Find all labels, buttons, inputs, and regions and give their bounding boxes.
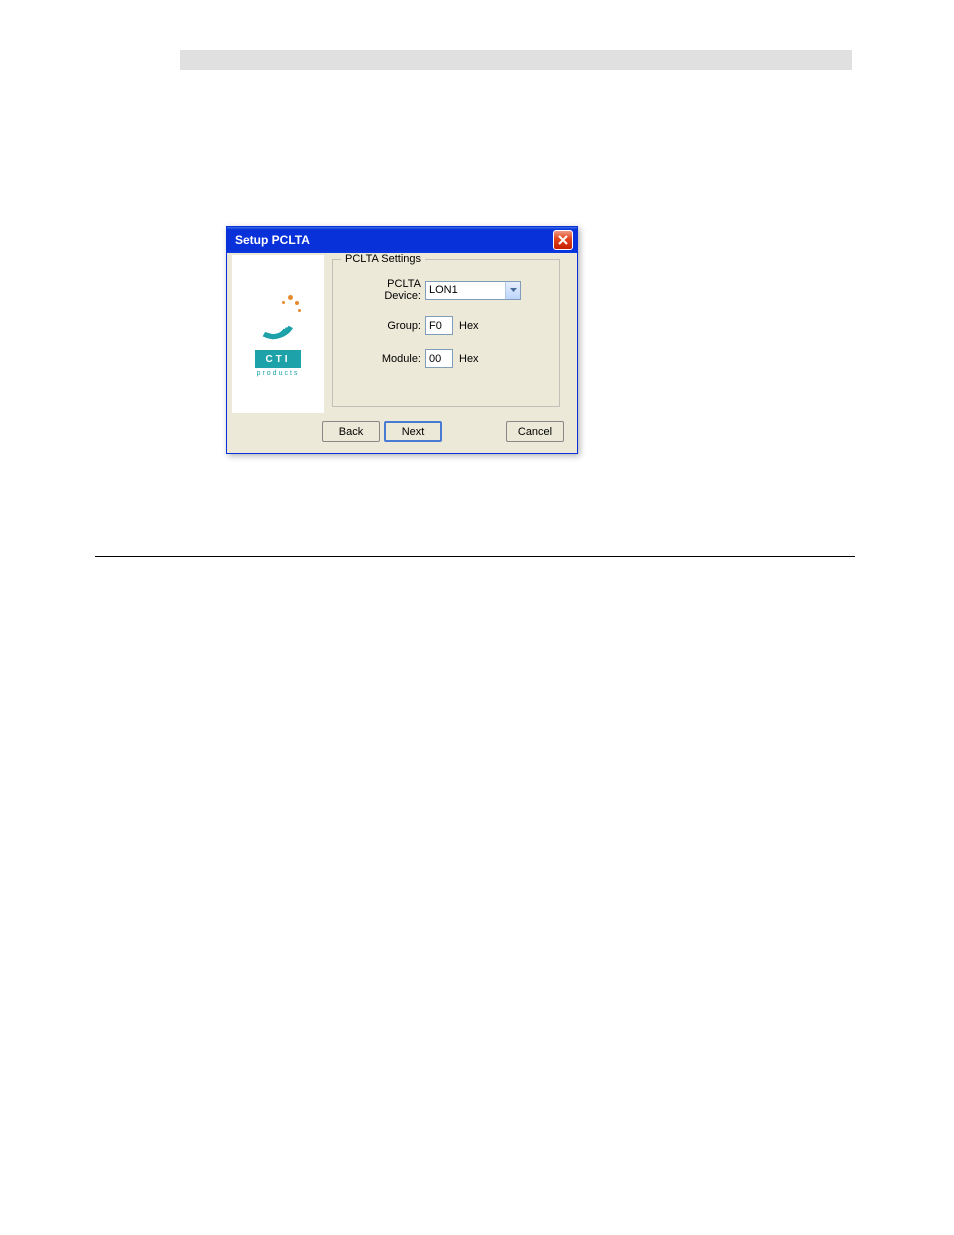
back-button[interactable]: Back	[322, 421, 380, 442]
settings-pane: PCLTA Settings PCLTA Device: LON1 Group:	[326, 253, 574, 415]
field-group: Group: Hex	[351, 316, 549, 335]
next-button[interactable]: Next	[384, 421, 442, 442]
pclta-device-select[interactable]: LON1	[425, 281, 521, 300]
close-button[interactable]	[553, 230, 573, 250]
logo-brand: CTI	[255, 350, 301, 368]
module-hex-label: Hex	[459, 353, 479, 365]
module-input[interactable]	[425, 349, 453, 368]
chevron-down-icon	[505, 282, 520, 299]
groupbox-title: PCLTA Settings	[341, 253, 425, 265]
pclta-device-label: PCLTA Device:	[351, 278, 421, 302]
module-label: Module:	[351, 353, 421, 365]
setup-pclta-dialog: Setup PCLTA CTI produ	[226, 226, 578, 454]
content-row: CTI products PCLTA Settings PCLTA Device…	[230, 253, 574, 415]
group-input[interactable]	[425, 316, 453, 335]
dialog-title: Setup PCLTA	[235, 233, 310, 247]
group-hex-label: Hex	[459, 320, 479, 332]
field-module: Module: Hex	[351, 349, 549, 368]
horizontal-rule	[95, 556, 855, 557]
cti-logo: CTI products	[243, 291, 313, 377]
field-pclta-device: PCLTA Device: LON1	[351, 278, 549, 302]
logo-subtext: products	[243, 370, 313, 377]
button-row: Back Next Cancel	[230, 415, 574, 450]
cancel-button[interactable]: Cancel	[506, 421, 564, 442]
logo-graphic	[248, 291, 308, 346]
group-label: Group:	[351, 320, 421, 332]
dialog-body: CTI products PCLTA Settings PCLTA Device…	[230, 253, 574, 450]
titlebar[interactable]: Setup PCLTA	[227, 227, 577, 253]
close-icon	[558, 235, 568, 245]
logo-pane: CTI products	[232, 255, 324, 413]
pclta-device-value: LON1	[429, 284, 458, 296]
pclta-settings-group: PCLTA Settings PCLTA Device: LON1 Group:	[332, 259, 560, 407]
page-header-bar	[180, 50, 852, 70]
